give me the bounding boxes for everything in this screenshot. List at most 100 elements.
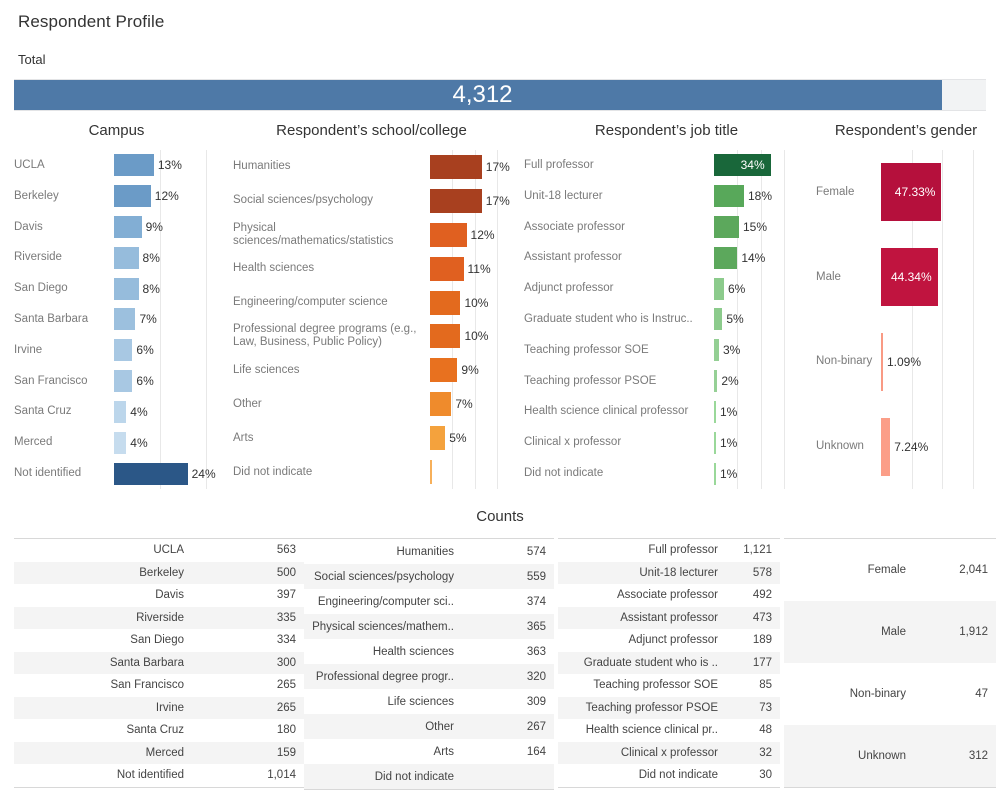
table-row[interactable]: UCLA563 — [14, 539, 304, 562]
table-row[interactable]: Irvine265 — [14, 697, 304, 720]
table-row[interactable]: Humanities574 — [304, 539, 554, 564]
table-row[interactable]: Other267 — [304, 714, 554, 739]
bar-row[interactable]: Non-binary1.09% — [816, 320, 996, 405]
bar[interactable] — [881, 333, 883, 391]
bar-row[interactable]: Clinical x professor1% — [524, 427, 809, 458]
bar[interactable] — [114, 154, 154, 176]
bar-row[interactable]: Teaching professor PSOE2% — [524, 366, 809, 397]
bar-row[interactable]: Humanities17% — [233, 150, 510, 184]
table-row[interactable]: Assistant professor473 — [558, 607, 780, 630]
table-row[interactable]: Male1,912 — [784, 601, 996, 663]
bar-row[interactable]: Unit-18 lecturer18% — [524, 181, 809, 212]
table-row[interactable]: Unit-18 lecturer578 — [558, 562, 780, 585]
bar[interactable] — [430, 460, 432, 484]
bar[interactable] — [114, 216, 142, 238]
bar[interactable] — [114, 463, 188, 485]
bar[interactable] — [430, 324, 460, 348]
bar[interactable] — [430, 426, 445, 450]
table-row[interactable]: Health sciences363 — [304, 639, 554, 664]
bar-row[interactable]: Did not indicate1% — [524, 458, 809, 489]
table-row[interactable]: Graduate student who is ..177 — [558, 652, 780, 675]
bar-row[interactable]: Unknown7.24% — [816, 404, 996, 489]
bar-row[interactable]: Davis9% — [14, 212, 219, 243]
table-row[interactable]: Associate professor492 — [558, 584, 780, 607]
bar-row[interactable]: Social sciences/psychology17% — [233, 184, 510, 218]
table-row[interactable]: San Diego334 — [14, 629, 304, 652]
bar-row[interactable]: Associate professor15% — [524, 212, 809, 243]
table-row[interactable]: Non-binary47 — [784, 663, 996, 725]
bar[interactable] — [430, 291, 460, 315]
bar-row[interactable]: Merced4% — [14, 427, 219, 458]
bar[interactable] — [114, 401, 126, 423]
table-row[interactable]: Engineering/computer sci..374 — [304, 589, 554, 614]
table-row[interactable]: Full professor1,121 — [558, 539, 780, 562]
bar-row[interactable]: Life sciences9% — [233, 353, 510, 387]
bar-row[interactable]: Teaching professor SOE3% — [524, 335, 809, 366]
bar[interactable] — [430, 223, 467, 247]
table-row[interactable]: Not identified1,014 — [14, 764, 304, 787]
table-row[interactable]: Unknown312 — [784, 725, 996, 787]
bar[interactable] — [114, 308, 135, 330]
bar[interactable] — [714, 432, 716, 454]
bar[interactable] — [714, 278, 724, 300]
bar[interactable] — [430, 392, 451, 416]
bar-row[interactable]: Physical sciences/mathematics/statistics… — [233, 218, 510, 252]
bar-row[interactable]: Irvine6% — [14, 335, 219, 366]
bar-row[interactable]: San Francisco6% — [14, 366, 219, 397]
table-row[interactable]: Santa Cruz180 — [14, 719, 304, 742]
bar-row[interactable]: Not identified24% — [14, 458, 219, 489]
bar-row[interactable]: Assistant professor14% — [524, 242, 809, 273]
table-row[interactable]: Professional degree progr..320 — [304, 664, 554, 689]
bar[interactable] — [430, 358, 457, 382]
table-row[interactable]: Social sciences/psychology559 — [304, 564, 554, 589]
bar[interactable] — [114, 185, 151, 207]
bar-row[interactable]: Health science clinical professor1% — [524, 397, 809, 428]
bar-row[interactable]: Professional degree programs (e.g., Law,… — [233, 320, 510, 354]
table-row[interactable]: Davis397 — [14, 584, 304, 607]
bar-row[interactable]: Santa Cruz4% — [14, 397, 219, 428]
bar-row[interactable]: Riverside8% — [14, 242, 219, 273]
bar-row[interactable]: Berkeley12% — [14, 181, 219, 212]
bar[interactable] — [714, 185, 744, 207]
bar-row[interactable]: Health sciences11% — [233, 252, 510, 286]
table-row[interactable]: Berkeley500 — [14, 562, 304, 585]
bar[interactable] — [114, 278, 139, 300]
table-row[interactable]: Merced159 — [14, 742, 304, 765]
table-row[interactable]: Physical sciences/mathem..365 — [304, 614, 554, 639]
bar[interactable] — [714, 401, 716, 423]
bar[interactable] — [430, 189, 482, 213]
bar-row[interactable]: San Diego8% — [14, 273, 219, 304]
table-row[interactable]: Health science clinical pr..48 — [558, 719, 780, 742]
bar-row[interactable]: Santa Barbara7% — [14, 304, 219, 335]
table-row[interactable]: Female2,041 — [784, 539, 996, 601]
bar-row[interactable]: Other7% — [233, 387, 510, 421]
bar-row[interactable]: Did not indicate — [233, 455, 510, 489]
table-row[interactable]: Did not indicate — [304, 764, 554, 789]
bar[interactable] — [114, 370, 132, 392]
bar-row[interactable]: Arts5% — [233, 421, 510, 455]
bar[interactable] — [714, 370, 717, 392]
bar[interactable] — [881, 418, 890, 476]
bar[interactable] — [714, 247, 737, 269]
bar[interactable] — [430, 155, 482, 179]
bar-row[interactable]: Adjunct professor6% — [524, 273, 809, 304]
bar-row[interactable]: Full professor34% — [524, 150, 809, 181]
table-row[interactable]: Teaching professor PSOE73 — [558, 697, 780, 720]
table-row[interactable]: Teaching professor SOE85 — [558, 674, 780, 697]
bar-row[interactable]: Female47.33% — [816, 150, 996, 235]
bar[interactable] — [714, 216, 739, 238]
table-row[interactable]: Clinical x professor32 — [558, 742, 780, 765]
bar-row[interactable]: UCLA13% — [14, 150, 219, 181]
table-row[interactable]: Arts164 — [304, 739, 554, 764]
bar[interactable] — [714, 339, 719, 361]
table-row[interactable]: Did not indicate30 — [558, 764, 780, 787]
table-row[interactable]: Riverside335 — [14, 607, 304, 630]
table-row[interactable]: Life sciences309 — [304, 689, 554, 714]
bar-row[interactable]: Engineering/computer science10% — [233, 286, 510, 320]
table-row[interactable]: San Francisco265 — [14, 674, 304, 697]
bar-row[interactable]: Graduate student who is Instruc..5% — [524, 304, 809, 335]
bar[interactable] — [114, 247, 139, 269]
bar[interactable] — [714, 463, 716, 485]
bar[interactable] — [114, 432, 126, 454]
table-row[interactable]: Adjunct professor189 — [558, 629, 780, 652]
